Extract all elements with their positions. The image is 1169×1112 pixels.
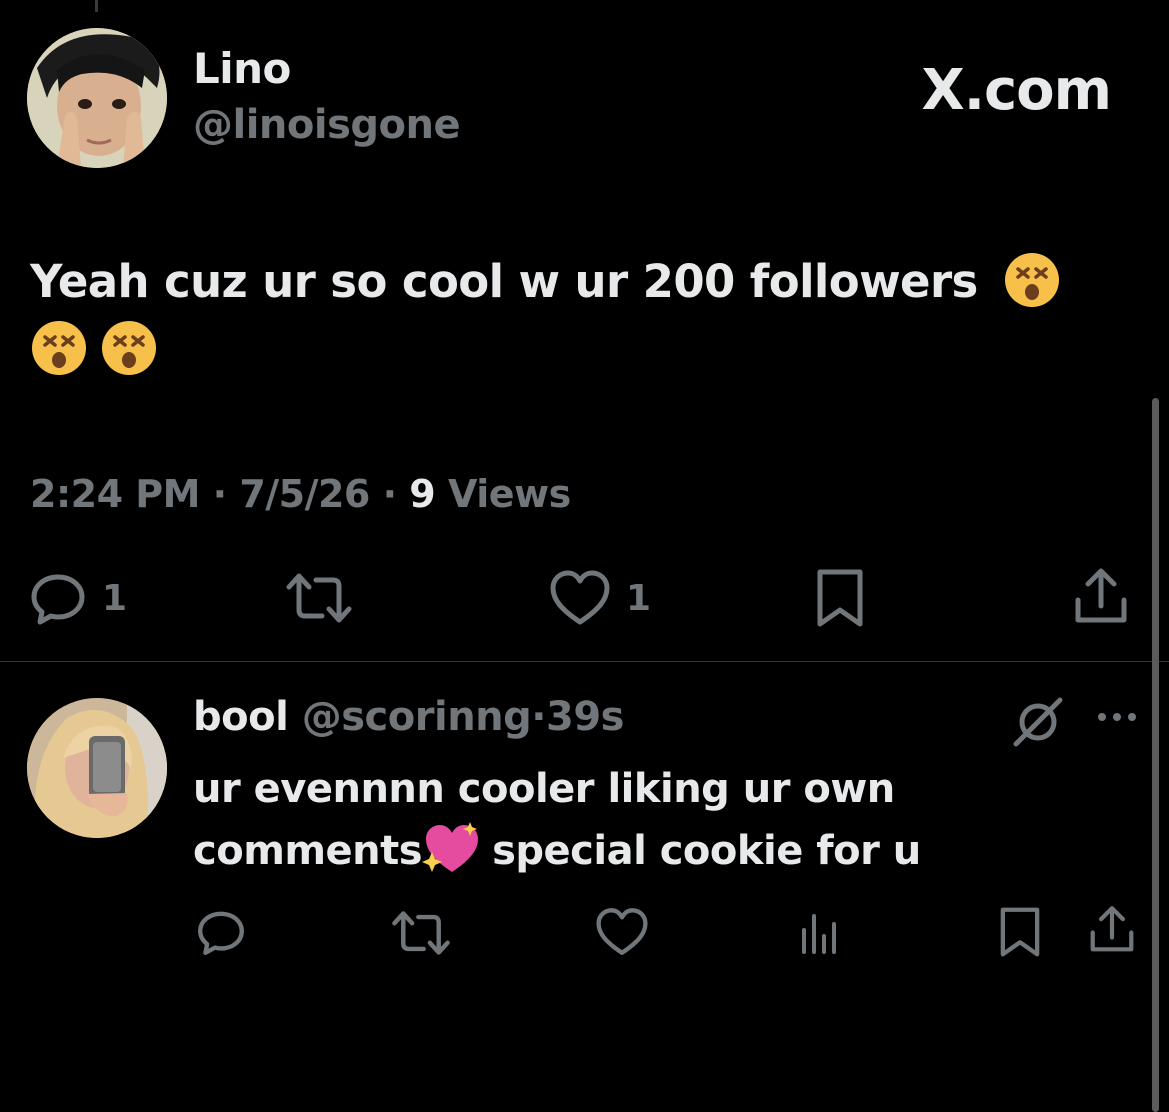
grok-icon xyxy=(1013,697,1063,747)
repost-icon xyxy=(392,911,450,955)
reply-icon xyxy=(31,574,85,625)
brand-watermark: X.com xyxy=(921,58,1112,123)
reply-bookmark-button[interactable] xyxy=(996,904,1044,960)
more-icon xyxy=(1098,713,1136,721)
meta-separator: · xyxy=(199,472,240,516)
dizzy-face-emoji-icon xyxy=(30,319,88,377)
tweet-text: Yeah cuz ur so cool w ur 200 followers xyxy=(30,248,1110,384)
reply-reply-button[interactable] xyxy=(194,906,248,958)
reply-text-part: comments xyxy=(193,828,423,874)
reply-action-bar xyxy=(0,904,1169,960)
reply-line-1: ur evennnn cooler liking ur own xyxy=(193,766,895,812)
share-icon xyxy=(1075,568,1127,623)
reply-share-button[interactable] xyxy=(1086,904,1138,956)
reply-like-button[interactable] xyxy=(594,906,650,958)
author-handle[interactable]: @linoisgone xyxy=(193,102,461,148)
repost-button[interactable] xyxy=(284,570,354,626)
meta-separator: · xyxy=(531,694,546,740)
reply-timestamp[interactable]: 39s xyxy=(546,694,624,740)
reply-line-2: comments special cookie for u xyxy=(193,820,1093,882)
avatar-image xyxy=(27,28,167,168)
tweet-time[interactable]: 2:24 PM xyxy=(30,472,200,516)
author-avatar[interactable] xyxy=(27,28,167,168)
avatar-image xyxy=(27,698,167,838)
reply-author-handle[interactable]: @scorinng xyxy=(302,694,532,740)
reply-button[interactable]: 1 xyxy=(28,568,127,628)
reply-count: 1 xyxy=(102,577,128,619)
reply-icon xyxy=(198,911,244,955)
reply-views-button[interactable] xyxy=(798,910,842,956)
reply-repost-button[interactable] xyxy=(390,908,452,958)
heart-icon xyxy=(550,570,610,625)
like-button[interactable]: 1 xyxy=(548,568,651,628)
grok-button[interactable] xyxy=(1012,696,1064,752)
author-name[interactable]: Lino xyxy=(193,44,291,93)
bookmark-icon xyxy=(1000,907,1040,957)
repost-icon xyxy=(286,573,352,623)
reply-text-part: special cookie for u xyxy=(492,828,921,874)
tweet-detail-page: Lino @linoisgone X.com Yeah cuz ur so co… xyxy=(0,0,1169,1112)
tweet-text-content: Yeah cuz ur so cool w ur 200 followers xyxy=(30,255,978,308)
tweet-meta: 2:24 PM · 7/5/26 · 9 Views xyxy=(30,472,571,516)
reply-text: ur evennnn cooler liking ur own comments… xyxy=(193,758,1093,882)
tweet-divider xyxy=(0,661,1169,662)
reply-header: bool @scorinng·39s xyxy=(193,694,624,740)
thread-connector xyxy=(95,0,98,12)
reply-author-name[interactable]: bool xyxy=(193,694,289,740)
views-label: Views xyxy=(435,472,571,516)
meta-separator: · xyxy=(369,472,410,516)
share-button[interactable] xyxy=(1070,566,1132,628)
analytics-icon xyxy=(802,914,836,954)
bookmark-button[interactable] xyxy=(812,566,868,630)
share-icon xyxy=(1090,906,1134,952)
emoji-row xyxy=(30,316,1110,384)
views-count: 9 xyxy=(409,472,436,516)
like-count: 1 xyxy=(626,577,652,619)
dizzy-face-emoji-icon xyxy=(1003,251,1061,309)
tweet-action-bar: 1 1 xyxy=(0,566,1169,630)
dizzy-face-emoji-icon xyxy=(100,319,158,377)
sparkling-heart-emoji-icon xyxy=(422,820,482,876)
heart-icon xyxy=(596,908,648,955)
scrollbar[interactable] xyxy=(1152,398,1159,1112)
more-options-button[interactable] xyxy=(1094,702,1140,736)
tweet-date[interactable]: 7/5/26 xyxy=(239,472,370,516)
reply-author-avatar[interactable] xyxy=(27,698,167,838)
bookmark-icon xyxy=(817,569,863,627)
